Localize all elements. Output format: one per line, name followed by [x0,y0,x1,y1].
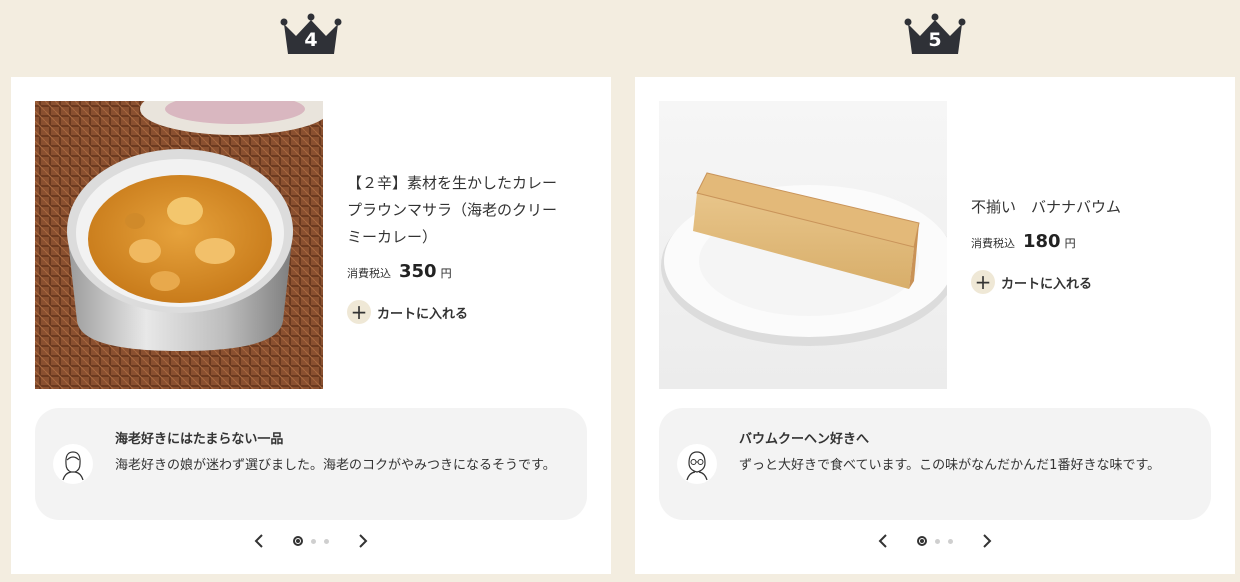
plus-icon: + [971,270,995,294]
comment-body: 海老好きの娘が迷わず選びました。海老のコクがやみつきになるそうです。 [115,458,556,473]
pager-dot[interactable] [324,538,329,544]
chevron-left-icon[interactable] [249,531,269,551]
comment-body: ずっと大好きで食べています。この味がなんだかんだ1番好きな味です。 [739,458,1161,473]
product-card-1: 【２辛】素材を生かしたカレー プラウンマサラ（海老のクリーミーカレー） 消費税込… [11,77,611,574]
chevron-right-icon[interactable] [977,531,997,551]
carousel-pager [635,533,1235,549]
price-row: 消費税込 350 円 [347,261,567,282]
chevron-left-icon[interactable] [873,531,893,551]
currency-label: 円 [440,267,452,280]
add-to-cart-label: カートに入れる [1001,276,1093,292]
product-name[interactable]: 【２辛】素材を生かしたカレー プラウンマサラ（海老のクリーミーカレー） [347,170,572,251]
banana-baumkuchen-image[interactable] [659,101,947,389]
rank-number: 4 [304,29,318,51]
tax-label: 消費税込 [347,267,391,280]
man-avatar-icon [686,451,708,481]
pager-dot-active[interactable] [293,536,303,546]
add-to-cart-button[interactable]: + カートに入れる [347,300,567,324]
add-to-cart-button[interactable]: + カートに入れる [971,270,1191,294]
carousel-pager [11,533,611,549]
rank-number: 5 [928,29,942,51]
add-to-cart-label: カートに入れる [377,306,469,322]
woman-avatar-icon [62,451,84,481]
curry-bowl-image[interactable] [35,101,323,389]
pager-dots [913,536,957,546]
product-info: 不揃い バナナバウム 消費税込 180 円 + カートに入れる [971,194,1191,294]
price-row: 消費税込 180 円 [971,231,1191,252]
avatar [677,444,717,484]
rank-badge-5: 5 [904,10,966,58]
pager-dot[interactable] [948,538,953,544]
pager-dots [289,536,333,546]
rank-badge-4: 4 [280,10,342,58]
pager-dot[interactable] [935,538,940,544]
comment-title: 海老好きにはたまらない一品 [115,432,284,447]
review-comment: バウムクーヘン好きへ ずっと大好きで食べています。この味がなんだかんだ1番好きな… [659,408,1211,520]
pager-dot-active[interactable] [917,536,927,546]
currency-label: 円 [1064,237,1076,250]
review-comment: 海老好きにはたまらない一品 海老好きの娘が迷わず選びました。海老のコクがやみつき… [35,408,587,520]
tax-label: 消費税込 [971,237,1015,250]
price-value: 180 [1023,231,1061,252]
comment-title: バウムクーヘン好きへ [739,432,870,447]
pager-dot[interactable] [311,538,316,544]
product-info: 【２辛】素材を生かしたカレー プラウンマサラ（海老のクリーミーカレー） 消費税込… [347,170,572,324]
product-card-2: 不揃い バナナバウム 消費税込 180 円 + カートに入れる バウムクーヘン好… [635,77,1235,574]
plus-icon: + [347,300,371,324]
price-value: 350 [399,261,437,282]
avatar [53,444,93,484]
product-name[interactable]: 不揃い バナナバウム [971,194,1191,221]
chevron-right-icon[interactable] [353,531,373,551]
